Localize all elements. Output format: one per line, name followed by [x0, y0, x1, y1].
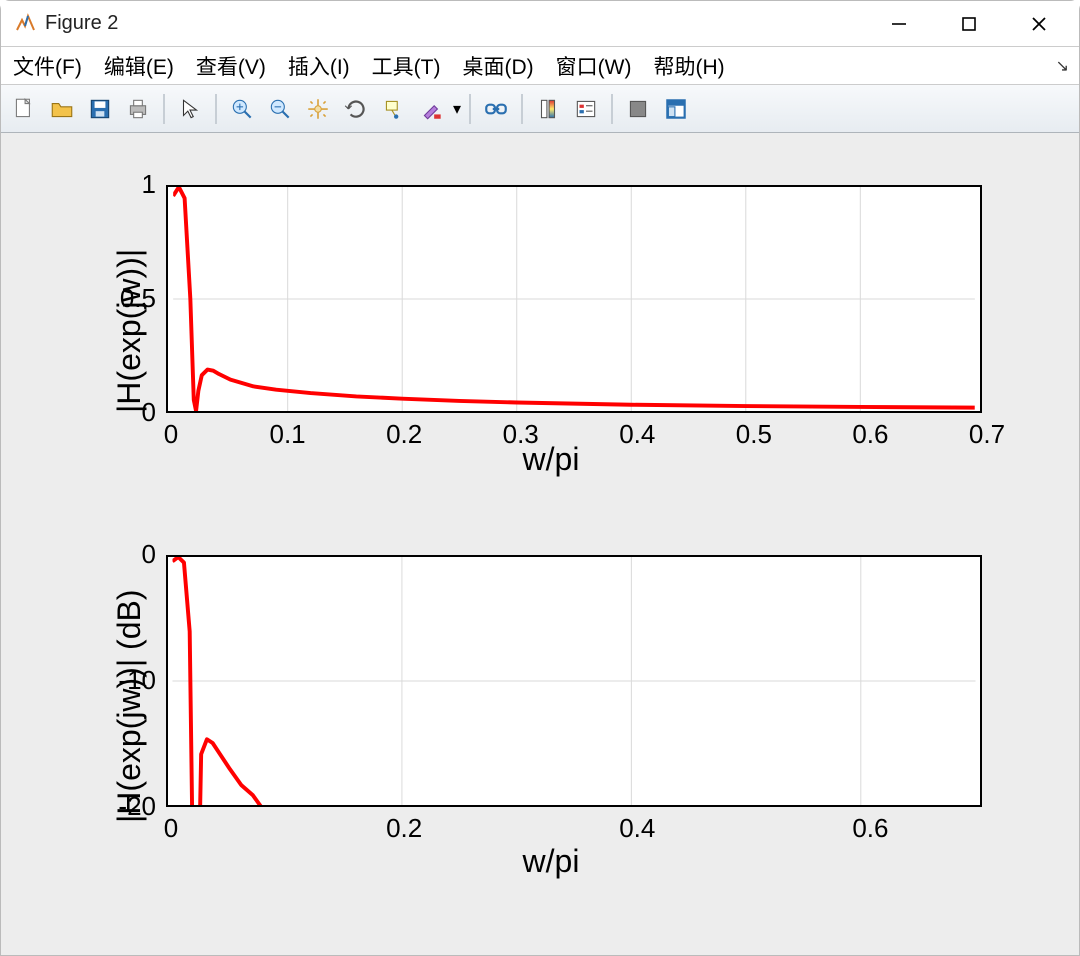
menu-window[interactable]: 窗口(W): [552, 49, 636, 83]
new-file-icon[interactable]: [7, 92, 41, 126]
menu-tools[interactable]: 工具(T): [368, 49, 445, 83]
print-icon[interactable]: [121, 92, 155, 126]
ylabel-bottom: |H(exp(jw))| (dB): [111, 589, 148, 823]
toolbar-separator: [521, 94, 523, 124]
xtick-label: 0.7: [962, 419, 1012, 450]
overflow-arrow-icon[interactable]: ↘: [1056, 56, 1069, 76]
dropdown-caret-icon[interactable]: ▾: [453, 99, 461, 119]
toolbar-separator: [163, 94, 165, 124]
figure-area: 00.51 00.10.20.30.40.50.60.7 w/pi |H(exp…: [1, 133, 1079, 955]
xtick-label: 0.5: [729, 419, 779, 450]
plot-line-bottom: [168, 557, 980, 805]
ytick-label: 1: [96, 169, 156, 200]
dock-icon[interactable]: [659, 92, 693, 126]
colorbar-icon[interactable]: [531, 92, 565, 126]
pan-icon[interactable]: [301, 92, 335, 126]
window-controls: [885, 10, 1067, 38]
zoom-in-icon[interactable]: [225, 92, 259, 126]
axes-top[interactable]: [166, 185, 982, 413]
xtick-label: 0.2: [379, 813, 429, 844]
ytick-label: 0: [96, 539, 156, 570]
figure-toolbar: ▾: [1, 85, 1079, 133]
hide-tools-icon[interactable]: [621, 92, 655, 126]
datatip-icon[interactable]: [377, 92, 411, 126]
menu-insert[interactable]: 插入(I): [284, 49, 354, 83]
xtick-label: 0.4: [612, 813, 662, 844]
axes-bottom[interactable]: [166, 555, 982, 807]
minimize-button[interactable]: [885, 10, 913, 38]
legend-icon[interactable]: [569, 92, 603, 126]
open-file-icon[interactable]: [45, 92, 79, 126]
maximize-button[interactable]: [955, 10, 983, 38]
toolbar-separator: [611, 94, 613, 124]
zoom-out-icon[interactable]: [263, 92, 297, 126]
xtick-label: 0.6: [845, 419, 895, 450]
menu-help[interactable]: 帮助(H): [649, 49, 728, 83]
xtick-label: 0.1: [263, 419, 313, 450]
toolbar-separator: [215, 94, 217, 124]
close-button[interactable]: [1025, 10, 1053, 38]
subplot-bottom: -20-100 00.20.40.6 w/pi |H(exp(jw))| (dB…: [1, 543, 1079, 947]
toolbar-separator: [469, 94, 471, 124]
xtick-label: 0.6: [845, 813, 895, 844]
plot-line-top: [168, 187, 980, 411]
select-icon[interactable]: [173, 92, 207, 126]
menu-bar: 文件(F) 编辑(E) 查看(V) 插入(I) 工具(T) 桌面(D) 窗口(W…: [1, 47, 1079, 85]
xtick-label: 0: [146, 813, 196, 844]
menu-edit[interactable]: 编辑(E): [100, 49, 178, 83]
ylabel-top: |H(exp(jw))|: [111, 249, 148, 413]
matlab-logo-icon: [13, 12, 37, 36]
title-bar: Figure 2: [1, 1, 1079, 47]
xlabel-top: w/pi: [421, 441, 681, 478]
rotate-icon[interactable]: [339, 92, 373, 126]
menu-file[interactable]: 文件(F): [9, 49, 86, 83]
xlabel-bottom: w/pi: [421, 843, 681, 880]
brush-icon[interactable]: [415, 92, 449, 126]
menu-desktop[interactable]: 桌面(D): [458, 49, 537, 83]
link-icon[interactable]: [479, 92, 513, 126]
save-icon[interactable]: [83, 92, 117, 126]
menu-view[interactable]: 查看(V): [192, 49, 270, 83]
window-title: Figure 2: [45, 12, 885, 35]
xtick-label: 0: [146, 419, 196, 450]
subplot-top: 00.51 00.10.20.30.40.50.60.7 w/pi |H(exp…: [1, 161, 1079, 531]
